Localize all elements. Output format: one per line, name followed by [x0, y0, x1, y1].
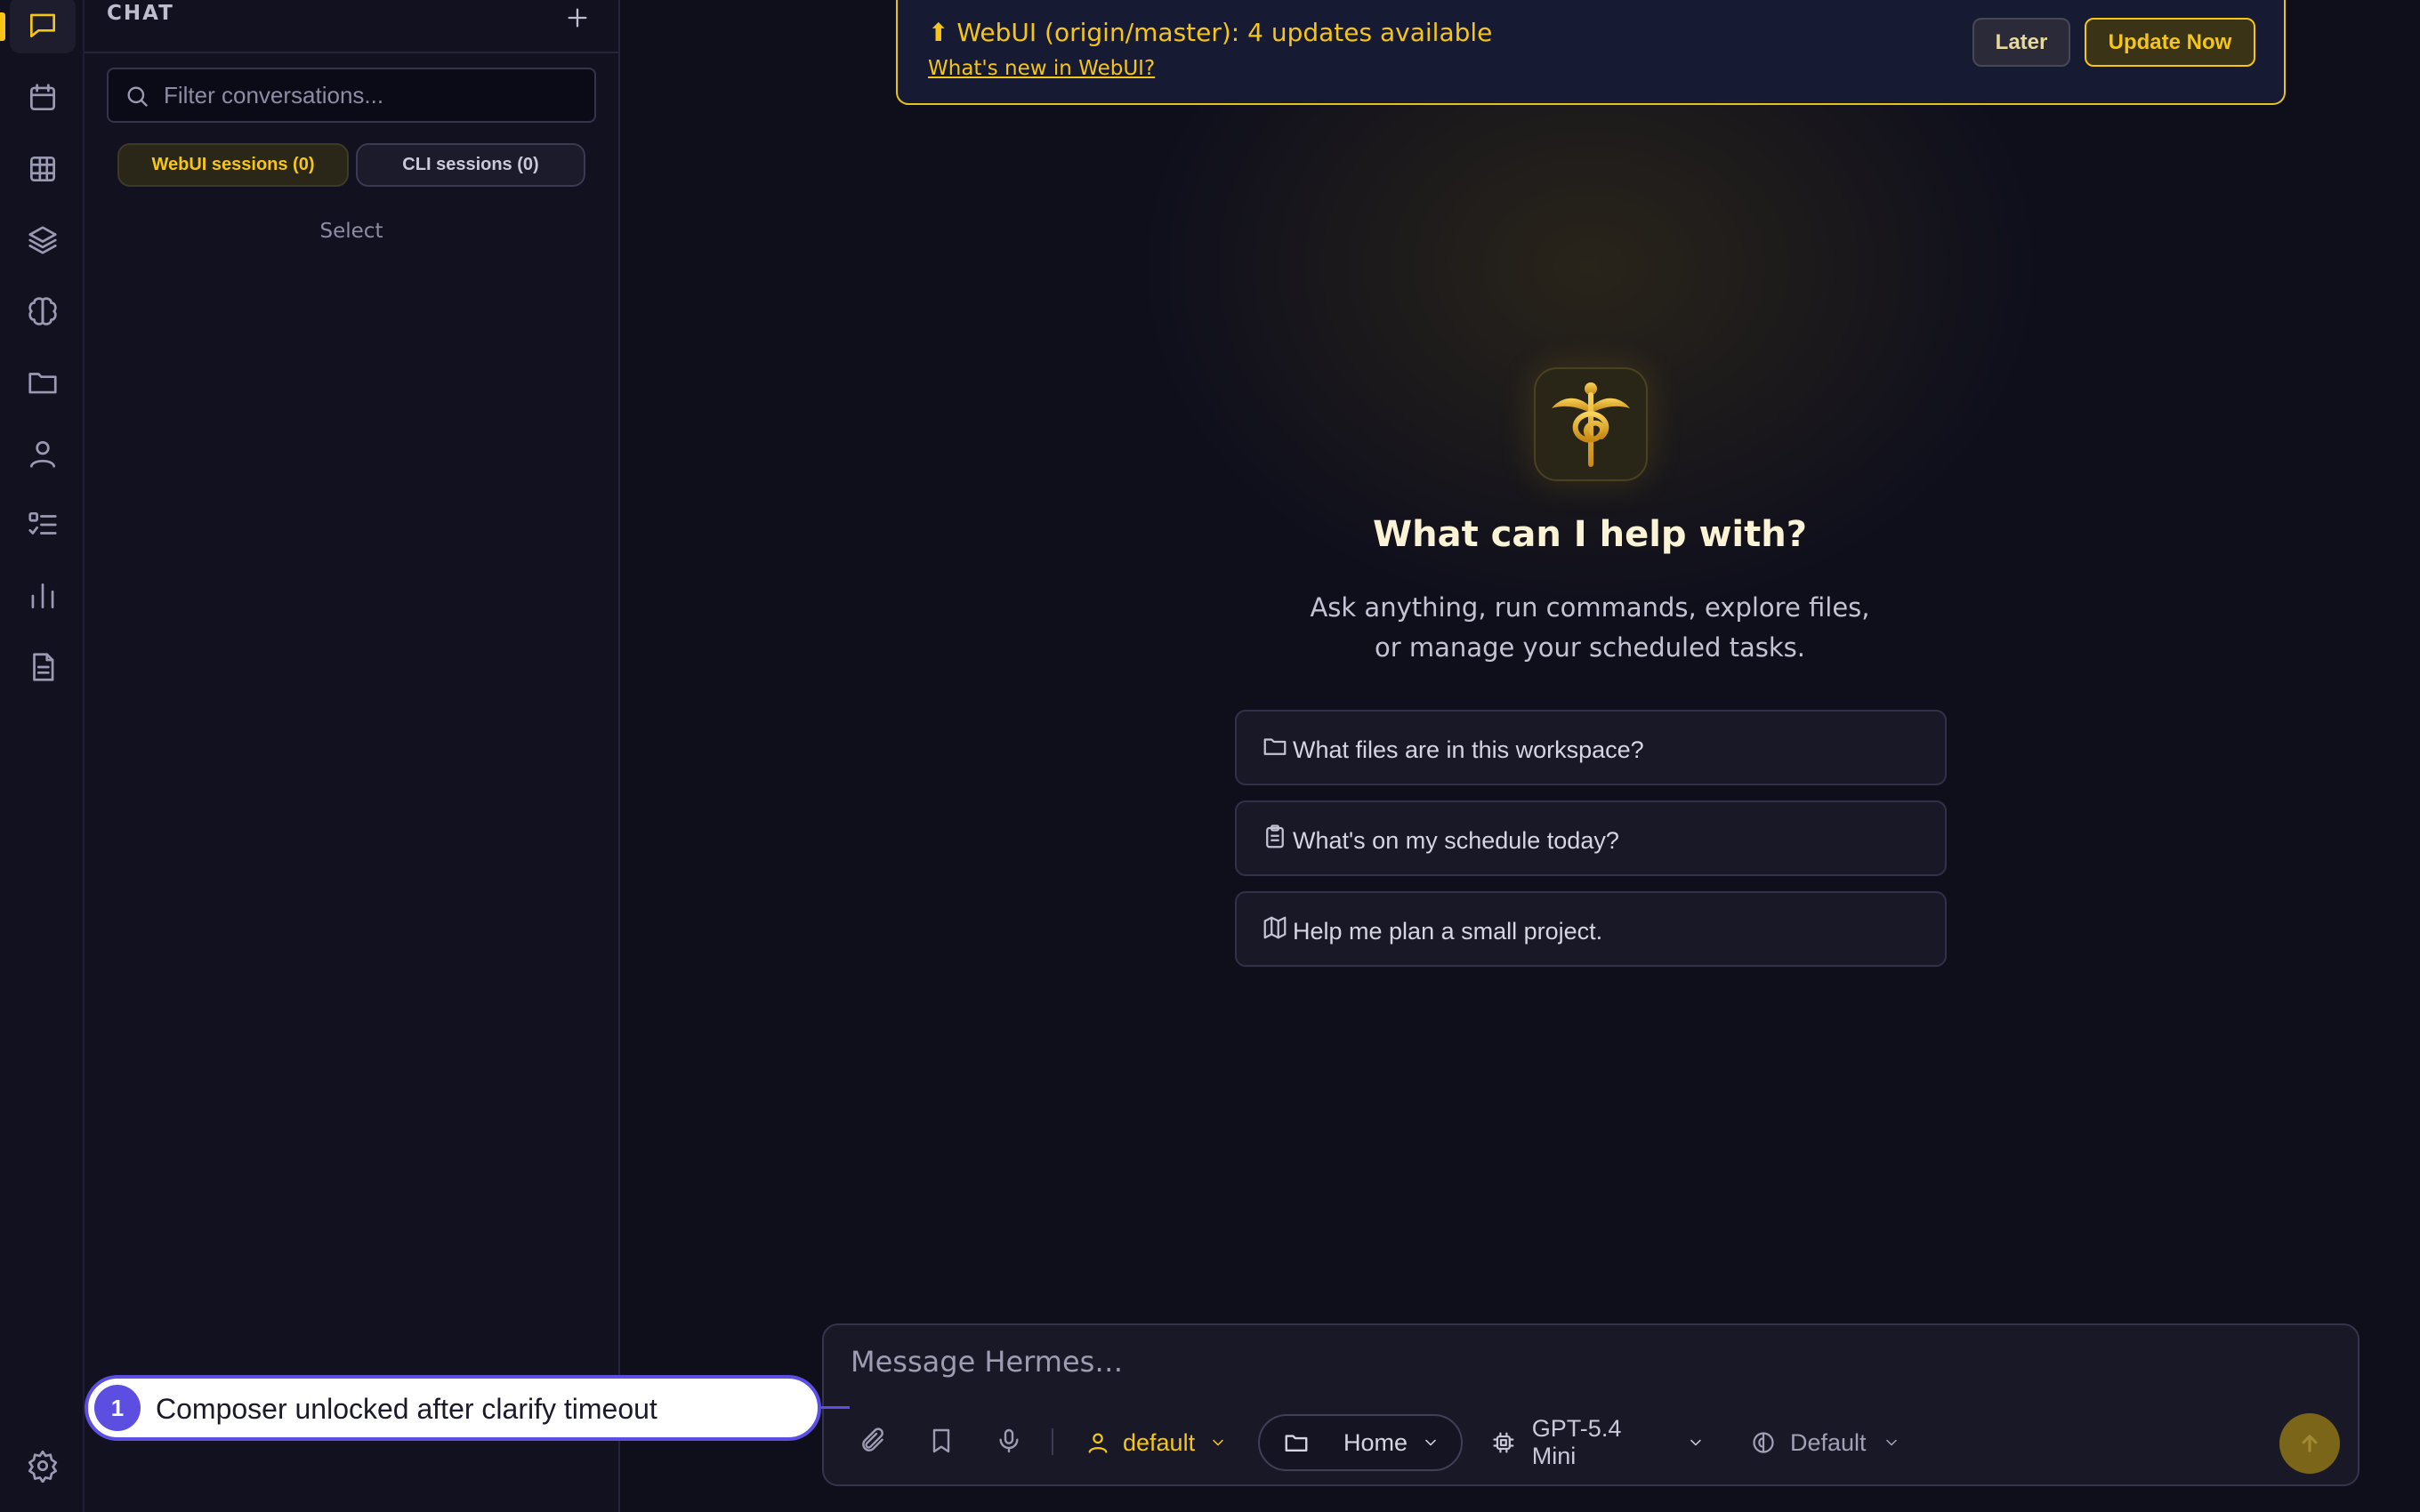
app-logo — [1534, 367, 1648, 481]
grid-icon — [29, 156, 56, 182]
annotation-callout: 1 Composer unlocked after clarify timeou… — [85, 1375, 821, 1441]
suggestion-files[interactable]: What files are in this workspace? — [1235, 710, 1947, 785]
folder-icon — [1263, 738, 1287, 755]
tab-cli-sessions[interactable]: CLI sessions (0) — [356, 143, 585, 187]
annotation-text: Composer unlocked after clarify timeout — [156, 1393, 657, 1425]
composer-divider — [1052, 1428, 1053, 1455]
update-banner-title: ⬆ WebUI (origin/master): 4 updates avail… — [928, 18, 1493, 47]
rail-layers-button[interactable] — [10, 212, 76, 269]
calendar-icon — [29, 84, 56, 111]
user-icon — [29, 440, 56, 468]
whats-new-link[interactable]: What's new in WebUI? — [928, 57, 1155, 80]
rail-user-button[interactable] — [10, 425, 76, 482]
chat-sidebar: CHAT WebUI sessions (0) CLI sessions (0)… — [85, 0, 620, 1512]
profile-selector[interactable]: default — [1085, 1414, 1237, 1471]
rail-stats-button[interactable] — [10, 567, 76, 624]
attach-button[interactable] — [853, 1421, 892, 1460]
later-button[interactable]: Later — [1972, 18, 2070, 67]
message-composer: default Home GPT-5.4 Mini Default — [822, 1323, 2360, 1486]
folder-icon — [1285, 1435, 1308, 1452]
reasoning-selector[interactable]: Default — [1751, 1414, 1920, 1471]
voice-button[interactable] — [989, 1421, 1028, 1460]
message-input[interactable] — [851, 1345, 2274, 1389]
hero-subtitle: Ask anything, run commands, explore file… — [1145, 588, 2035, 668]
rail-settings-button[interactable] — [10, 1437, 76, 1494]
arrow-up-icon — [2302, 1435, 2318, 1452]
model-label: GPT-5.4 Mini — [1531, 1415, 1622, 1469]
settings-icon — [28, 1450, 58, 1483]
suggestion-schedule[interactable]: What's on my schedule today? — [1235, 800, 1947, 876]
bar-chart-icon — [31, 583, 54, 609]
update-now-button[interactable]: Update Now — [2085, 18, 2255, 67]
update-banner: ⬆ WebUI (origin/master): 4 updates avail… — [896, 0, 2286, 105]
map-icon — [1263, 916, 1287, 939]
model-selector[interactable]: GPT-5.4 Mini — [1491, 1414, 1705, 1471]
suggestion-plan[interactable]: Help me plan a small project. — [1235, 891, 1947, 967]
workspace-label: Home — [1343, 1428, 1408, 1456]
brain-icon — [28, 297, 57, 326]
folder-icon — [28, 373, 57, 394]
hero-subtitle-line-2: or manage your scheduled tasks. — [1375, 632, 1805, 663]
annotation-connector — [821, 1406, 850, 1409]
workspace-selector[interactable]: Home — [1258, 1414, 1463, 1471]
suggestion-label: What files are in this workspace? — [1293, 736, 1644, 763]
suggestion-label: Help me plan a small project. — [1293, 918, 1603, 945]
clipboard-icon — [1266, 824, 1284, 848]
rail-brain-button[interactable] — [10, 283, 76, 340]
hero-subtitle-line-1: Ask anything, run commands, explore file… — [1310, 592, 1870, 623]
chevron-down-icon — [1885, 1439, 1897, 1446]
active-indicator — [0, 12, 5, 41]
bookmark-button[interactable] — [922, 1421, 961, 1460]
icon-rail — [0, 0, 85, 1512]
search-icon — [127, 86, 148, 107]
send-button[interactable] — [2279, 1413, 2340, 1474]
conversation-search — [107, 68, 596, 123]
user-icon — [1088, 1433, 1108, 1453]
reasoning-icon — [1753, 1432, 1774, 1453]
hero-title: What can I help with? — [1373, 514, 1807, 555]
checklist-icon — [28, 511, 57, 535]
plus-icon — [568, 8, 587, 28]
paperclip-icon — [862, 1428, 883, 1452]
rail-docs-button[interactable] — [10, 639, 76, 696]
new-chat-button[interactable] — [556, 0, 599, 36]
layers-icon — [28, 226, 57, 254]
rail-folder-button[interactable] — [10, 354, 76, 411]
chip-icon — [1493, 1432, 1514, 1453]
sidebar-title: CHAT — [107, 2, 174, 25]
profile-label: default — [1123, 1428, 1196, 1456]
sidebar-empty-text: Select — [319, 220, 383, 243]
rail-tasks-button[interactable] — [10, 496, 76, 553]
rail-grid-button[interactable] — [10, 141, 76, 197]
tab-webui-sessions[interactable]: WebUI sessions (0) — [117, 143, 349, 187]
chevron-down-icon — [1690, 1439, 1701, 1446]
chevron-down-icon — [1425, 1439, 1436, 1446]
filter-conversations-input[interactable] — [164, 69, 591, 121]
annotation-number: 1 — [94, 1385, 141, 1431]
rail-chat-button[interactable] — [10, 0, 76, 53]
suggestion-label: What's on my schedule today? — [1293, 827, 1619, 854]
microphone-icon — [999, 1428, 1019, 1453]
chevron-down-icon — [1213, 1439, 1223, 1446]
chat-icon — [29, 13, 56, 38]
reasoning-label: Default — [1790, 1428, 1867, 1456]
caduceus-logo-icon — [1552, 382, 1630, 467]
sidebar-header: CHAT — [85, 0, 618, 53]
bookmark-icon — [932, 1428, 950, 1453]
rail-calendar-button[interactable] — [10, 69, 76, 126]
document-icon — [33, 653, 54, 681]
